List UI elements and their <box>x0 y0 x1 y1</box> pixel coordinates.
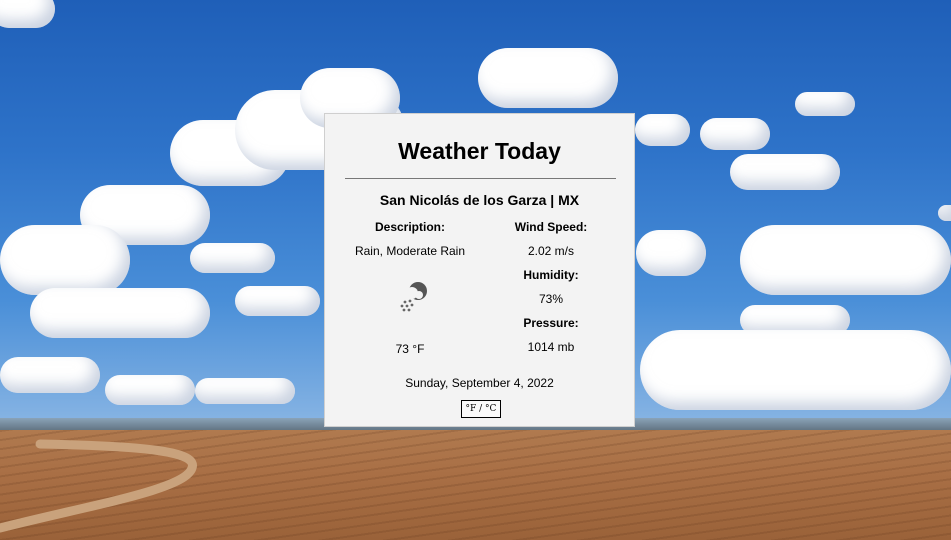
date-label: Sunday, September 4, 2022 <box>405 376 554 390</box>
cloud <box>235 286 320 316</box>
cloud <box>30 288 210 338</box>
cloud <box>105 375 195 405</box>
cloud <box>636 230 706 276</box>
cloud <box>0 225 130 295</box>
location-label: San Nicolás de los Garza | MX <box>379 192 580 208</box>
background-scene: Weather Today San Nicolás de los Garza |… <box>0 0 951 540</box>
cloud <box>740 225 951 295</box>
field-ground <box>0 430 951 540</box>
description-label: Description: <box>374 220 445 234</box>
temperature-value: 73 °F <box>395 342 425 356</box>
pressure-label: Pressure: <box>523 316 579 330</box>
cloud <box>938 205 951 221</box>
cloud <box>640 330 951 410</box>
cloud <box>635 114 690 146</box>
cloud <box>700 118 770 150</box>
weather-card: Weather Today San Nicolás de los Garza |… <box>324 113 635 427</box>
humidity-value: 73% <box>538 292 564 306</box>
cloud <box>195 378 295 404</box>
cloud <box>0 357 100 393</box>
unit-toggle-button[interactable]: °F / °C <box>461 400 501 418</box>
wind-speed-label: Wind Speed: <box>514 220 588 234</box>
page-title: Weather Today <box>398 138 561 164</box>
humidity-label: Humidity: <box>523 268 579 282</box>
pressure-value: 1014 mb <box>527 340 575 354</box>
cloud <box>478 48 618 108</box>
cloud <box>730 154 840 190</box>
rain-cloud-icon <box>400 282 427 312</box>
description-value: Rain, Moderate Rain <box>354 244 466 258</box>
wind-speed-value: 2.02 m/s <box>527 244 575 258</box>
divider <box>345 178 616 179</box>
cloud <box>190 243 275 273</box>
cloud <box>0 0 55 28</box>
cloud <box>795 92 855 116</box>
